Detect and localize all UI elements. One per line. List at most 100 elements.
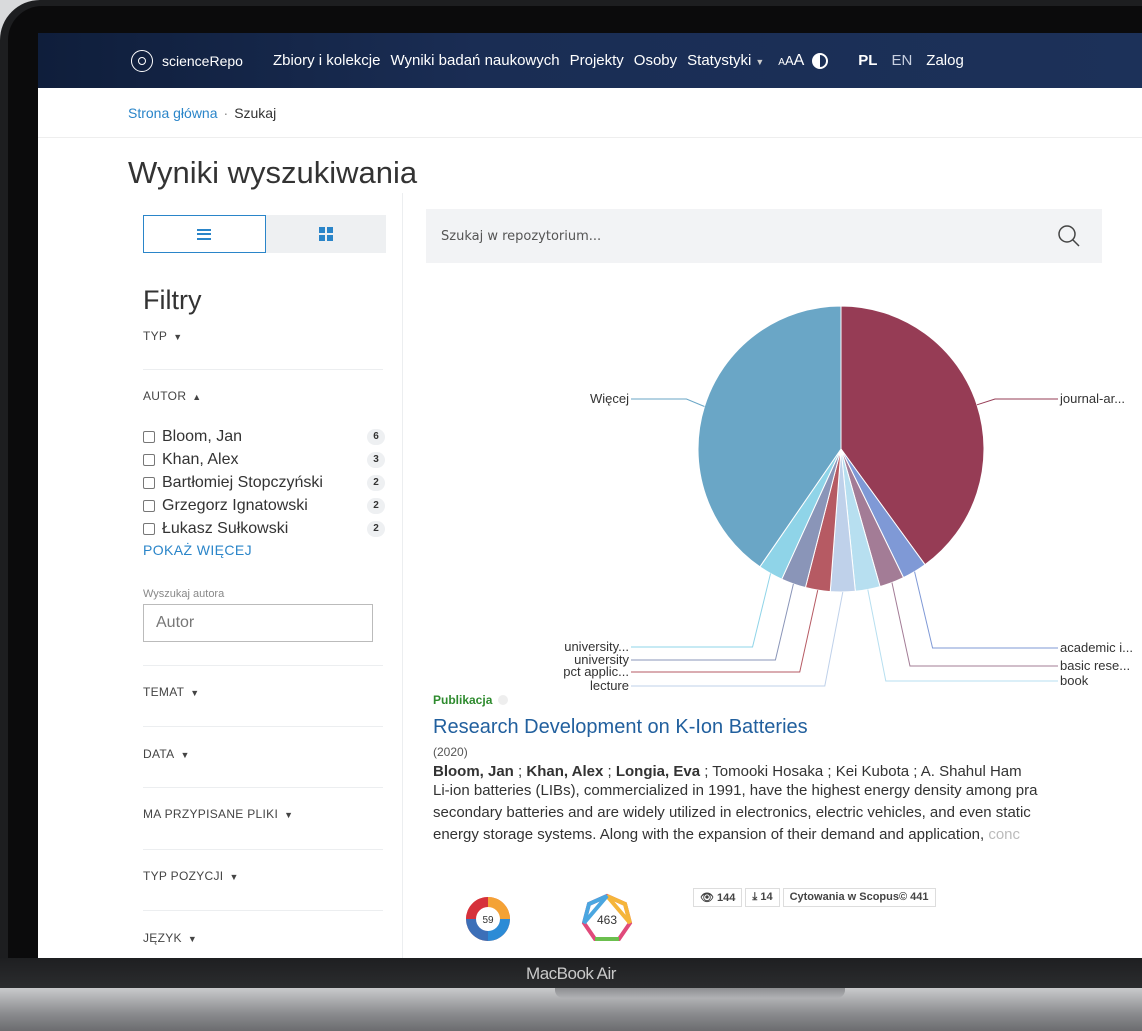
logo-text: scienceRepo [162,52,243,69]
author-filter-item[interactable]: Khan, Alex 3 [143,448,385,471]
filter-topic-toggle[interactable]: TEMAT ▼ [143,685,200,699]
top-navbar: scienceRepo Zbiory i kolekcje Wyniki bad… [38,33,1142,88]
font-size-small[interactable]: A [778,57,785,68]
filter-divider [143,369,383,370]
author-link[interactable]: Longia, Eva [616,763,700,780]
login-link[interactable]: Zalog [926,52,964,69]
filter-divider [143,787,383,788]
author-link[interactable]: Kei Kubota [836,763,909,780]
view-toggle [143,215,386,253]
result-authors: Bloom, Jan ; Khan, Alex ; Longia, Eva ; … [433,763,1022,780]
nav-item-research-results[interactable]: Wyniki badań naukowych [390,52,559,69]
search-icon[interactable] [1054,221,1084,251]
filter-has-files-toggle[interactable]: MA PRZYPISANE PLIKI ▼ [143,807,293,821]
author-filter-item[interactable]: Bloom, Jan 6 [143,425,385,448]
author-filter-list: Bloom, Jan 6 Khan, Alex 3 Bartłomiej Stopc… [143,425,385,540]
filter-type-toggle[interactable]: TYP ▼ [143,329,182,343]
filter-divider [143,849,383,850]
chevron-up-icon: ▲ [192,392,202,402]
pie-label: journal-ar... [1059,391,1125,406]
chevron-down-icon: ▼ [755,57,765,67]
downloads-count: 14 [760,891,773,903]
logo-icon [131,49,153,72]
page-title: Wyniki wyszukiwania [128,155,418,190]
filter-item-type-toggle[interactable]: TYP POZYCJI ▼ [143,869,239,883]
author-checkbox[interactable] [143,430,155,443]
filters-title: Filtry [143,285,202,315]
type-pie-chart: journal-ar... academic i... basic rese... b… [426,278,1142,702]
logo[interactable]: scienceRepo [131,49,243,72]
filter-date-label: DATA [143,747,175,761]
author-link[interactable]: Tomooki Hosaka [712,763,823,780]
author-search-input[interactable] [143,604,373,642]
breadcrumb-home-link[interactable]: Strona główna [128,105,218,121]
author-checkbox[interactable] [143,522,155,535]
author-name: Bartłomiej Stopczyński [162,473,323,491]
filter-author-label: AUTOR [143,389,187,403]
chevron-down-icon: ▼ [180,750,190,760]
filter-topic-label: TEMAT [143,685,185,699]
list-icon [197,228,212,240]
grid-view-button[interactable] [266,215,387,253]
nav-item-statistics-label: Statystyki [687,52,752,69]
filter-divider [143,726,383,727]
search-input[interactable] [426,227,1054,245]
eye-icon: 👁 [700,892,714,904]
font-size-medium[interactable]: A [785,53,794,68]
author-count-badge: 2 [367,520,385,537]
author-link[interactable]: Bloom, Jan [433,763,514,780]
abstract-text: energy storage systems. Along with the e… [433,826,989,843]
scopus-citations-metric: Cytowania w Scopus© 441 [782,888,936,907]
views-metric: 👁 144 [693,888,743,907]
show-more-authors-link[interactable]: POKAŻ WIĘCEJ [143,542,252,558]
chevron-down-icon: ▼ [229,872,239,882]
filter-date-toggle[interactable]: DATA ▼ [143,747,190,761]
chevron-down-icon: ▼ [190,688,200,698]
nav-item-collections[interactable]: Zbiory i kolekcje [273,52,381,69]
filter-language-toggle[interactable]: JĘZYK ▼ [143,931,197,945]
breadcrumb-current: Szukaj [234,105,277,121]
author-checkbox[interactable] [143,476,155,489]
list-view-button[interactable] [143,215,266,253]
dimensions-badge[interactable]: 463 [581,893,633,945]
nav-item-people[interactable]: Osoby [634,52,677,69]
altmetric-badge[interactable]: 59 [463,894,513,944]
author-filter-item[interactable]: Grzegorz Ignatowski 2 [143,494,385,517]
contrast-icon[interactable] [812,52,829,69]
filter-has-files-label: MA PRZYPISANE PLIKI [143,807,279,821]
author-count-badge: 2 [367,474,385,491]
nav-item-statistics[interactable]: Statystyki ▼ [687,52,764,69]
pie-label: university [574,652,629,667]
author-name: Bloom, Jan [162,427,243,445]
lang-en-link[interactable]: EN [891,52,912,69]
result-title-link[interactable]: Research Development on K-Ion Batteries [433,716,1142,739]
author-filter-item[interactable]: Łukasz Sułkowski 2 [143,517,385,540]
filter-type-label: TYP [143,329,168,343]
browser-screen: scienceRepo Zbiory i kolekcje Wyniki bad… [38,33,1142,958]
lang-pl-link[interactable]: PL [858,52,877,69]
author-name: Łukasz Sułkowski [162,519,289,537]
download-icon: ⤓ [752,891,758,903]
filter-divider [143,665,383,666]
filter-author-toggle[interactable]: AUTOR ▲ [143,389,202,403]
author-filter-item[interactable]: Bartłomiej Stopczyński 2 [143,471,385,494]
views-count: 144 [717,892,736,904]
header-divider [38,137,1142,138]
breadcrumb-separator: · [223,105,229,121]
author-link[interactable]: Khan, Alex [526,763,603,780]
sidebar-divider [402,193,403,958]
nav-item-projects[interactable]: Projekty [570,52,624,69]
pie-label: academic i... [1060,640,1133,655]
pie-connector [631,398,705,407]
chevron-down-icon: ▼ [173,332,183,342]
author-link[interactable]: A. Shahul Ham [921,763,1022,780]
abstract-line: secondary batteries and are widely utili… [433,804,1031,821]
author-checkbox[interactable] [143,453,155,466]
repository-search [426,209,1102,263]
result-type-badge: Publikacja [433,693,1142,707]
font-size-large[interactable]: A [794,52,805,69]
author-checkbox[interactable] [143,499,155,512]
altmetric-score: 59 [482,915,494,926]
pie-label: lecture [590,678,629,693]
font-size-control[interactable]: AAA [778,52,804,70]
